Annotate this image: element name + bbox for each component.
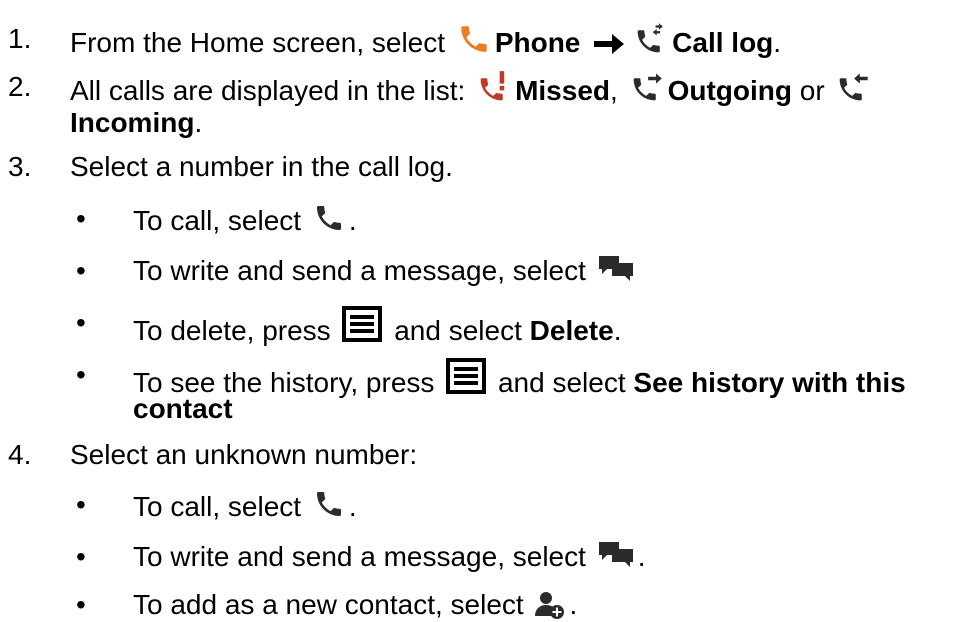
bullet-marker: • bbox=[76, 254, 86, 288]
delete-label: Delete bbox=[529, 315, 614, 346]
bullet-item-call-unknown: To call, select . bbox=[133, 488, 357, 524]
message-icon bbox=[598, 254, 634, 284]
step-3-text: Select a number in the call log. bbox=[70, 150, 453, 184]
call-log-label: Call log bbox=[672, 27, 774, 58]
bullet-char: • bbox=[76, 255, 86, 286]
step-3: 3. bbox=[8, 150, 31, 184]
bullet-item-history: To see the history, press and select See… bbox=[133, 358, 906, 400]
missed-label: Missed bbox=[515, 75, 611, 106]
bullet-marker: • bbox=[76, 306, 86, 340]
see-history-label: See history with this bbox=[633, 367, 906, 398]
phone-icon bbox=[457, 22, 491, 56]
bullet-text: To call, select bbox=[133, 491, 309, 522]
step-4: 4. bbox=[8, 438, 31, 472]
bullet-marker: • bbox=[76, 202, 86, 236]
step-number: 3. bbox=[8, 151, 32, 182]
bullet-marker: • bbox=[76, 488, 86, 522]
bullet-text: and select bbox=[490, 367, 634, 398]
bullet-item-add-contact: To add as a new contact, select . bbox=[133, 588, 577, 622]
incoming-call-icon bbox=[836, 70, 870, 104]
contact-label: contact bbox=[133, 393, 233, 424]
bullet-char: • bbox=[76, 589, 86, 620]
step-2: 2. bbox=[8, 70, 31, 104]
bullet-item-call: To call, select . bbox=[133, 202, 357, 238]
menu-icon bbox=[446, 358, 487, 394]
bullet-marker: • bbox=[76, 588, 86, 622]
step-text: From the Home screen, select bbox=[70, 27, 453, 58]
punctuation: . bbox=[348, 205, 357, 236]
bullet-item-message-unknown: To write and send a message, select . bbox=[133, 540, 645, 574]
outgoing-call-icon bbox=[630, 70, 664, 104]
bullet-text: To write and send a message, select bbox=[133, 541, 594, 572]
step-text: All calls are displayed in the list: bbox=[70, 75, 474, 106]
punctuation: . bbox=[637, 541, 646, 572]
step-2-text-cont: Incoming. bbox=[70, 106, 202, 140]
bullet-item-delete: To delete, press and select Delete. bbox=[133, 306, 621, 348]
bullet-text: To write and send a message, select bbox=[133, 255, 594, 286]
bullet-marker: • bbox=[76, 540, 86, 574]
punctuation: . bbox=[348, 491, 357, 522]
step-2-text: All calls are displayed in the list: Mis… bbox=[70, 70, 874, 108]
add-contact-icon bbox=[535, 590, 565, 620]
call-log-icon bbox=[634, 22, 668, 56]
call-icon bbox=[313, 488, 345, 520]
step-1: 1. bbox=[8, 22, 31, 56]
step-number: 4. bbox=[8, 439, 32, 470]
bullet-char: • bbox=[76, 307, 86, 338]
bullet-char: • bbox=[76, 359, 86, 390]
outgoing-label: Outgoing bbox=[667, 75, 792, 106]
bullet-text: To add as a new contact, select bbox=[133, 589, 532, 620]
right-arrow-icon bbox=[592, 32, 626, 56]
bullet-text: To delete, press bbox=[133, 315, 339, 346]
bullet-item-message: To write and send a message, select bbox=[133, 254, 638, 288]
bullet-item-history-cont: contact bbox=[133, 392, 233, 426]
message-icon bbox=[598, 540, 634, 570]
menu-icon bbox=[342, 306, 383, 342]
incoming-label: Incoming bbox=[70, 107, 195, 138]
bullet-char: • bbox=[76, 541, 86, 572]
step-text: Select a number in the call log. bbox=[70, 151, 453, 182]
step-text: Select an unknown number: bbox=[70, 439, 418, 470]
punctuation: , bbox=[610, 75, 618, 106]
bullet-marker: • bbox=[76, 358, 86, 392]
step-number: 1. bbox=[8, 23, 32, 54]
step-number: 2. bbox=[8, 71, 32, 102]
call-icon bbox=[313, 202, 345, 234]
bullet-char: • bbox=[76, 489, 86, 520]
step-1-text: From the Home screen, select Phone Call … bbox=[70, 22, 781, 60]
or-text: or bbox=[791, 75, 833, 106]
bullet-text: To call, select bbox=[133, 205, 309, 236]
step-4-text: Select an unknown number: bbox=[70, 438, 417, 472]
punctuation: . bbox=[194, 107, 203, 138]
punctuation: . bbox=[773, 27, 782, 58]
missed-call-icon bbox=[477, 70, 511, 104]
punctuation: . bbox=[613, 315, 622, 346]
bullet-char: • bbox=[76, 203, 86, 234]
punctuation: . bbox=[569, 589, 578, 620]
bullet-text: and select bbox=[386, 315, 530, 346]
phone-label: Phone bbox=[494, 27, 581, 58]
